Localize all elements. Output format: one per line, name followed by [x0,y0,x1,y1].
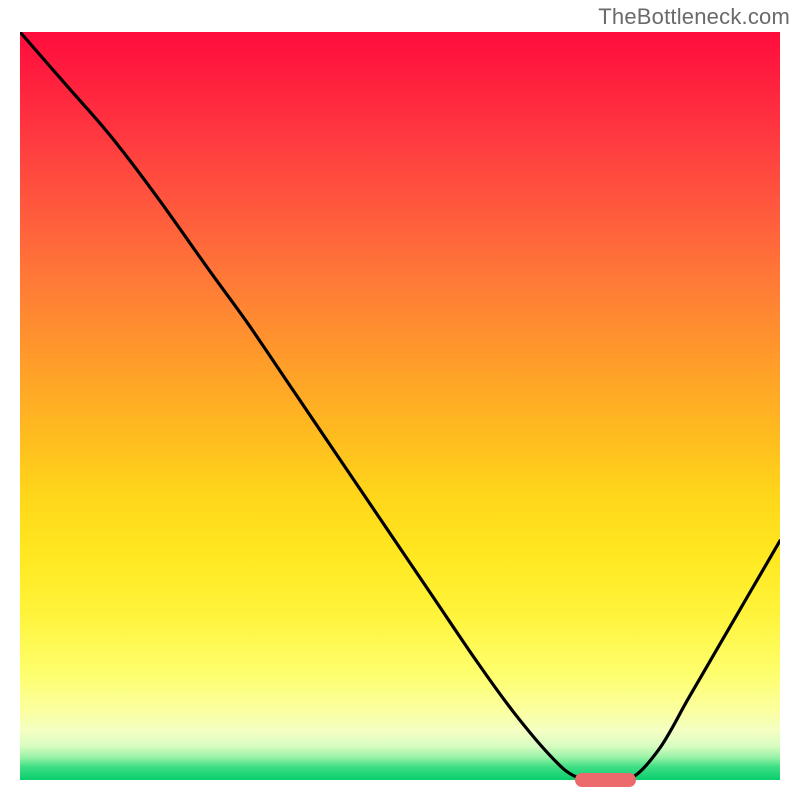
optimal-range-marker [575,773,636,787]
plot-area [20,32,780,780]
bottleneck-chart: TheBottleneck.com [0,0,800,800]
bottleneck-curve [20,32,780,780]
watermark-text: TheBottleneck.com [598,4,790,30]
curve-svg [20,32,780,780]
